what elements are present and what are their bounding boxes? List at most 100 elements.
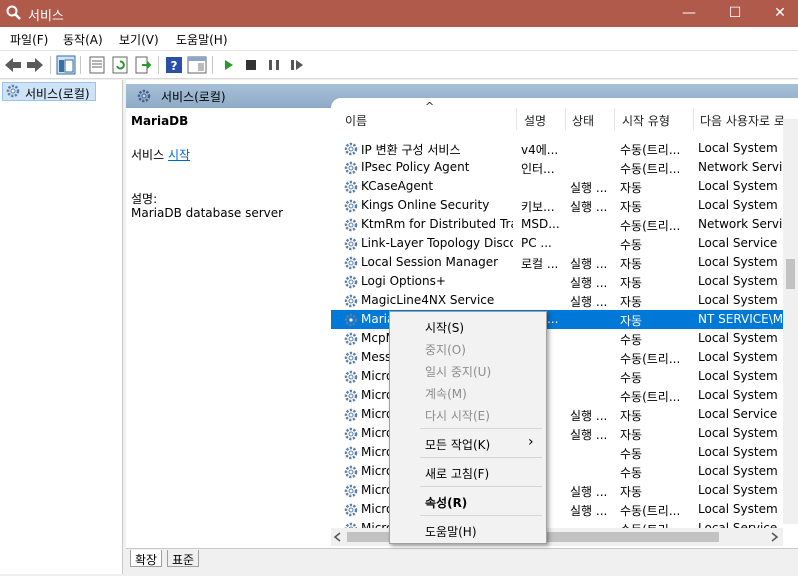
start-service-link[interactable]: 시작 — [168, 148, 190, 162]
help-icon[interactable]: ? — [164, 55, 184, 75]
service-gear-icon — [343, 369, 359, 385]
services-app-icon — [6, 5, 21, 20]
submenu-chevron-icon: › — [528, 434, 534, 450]
service-description-cell: 인터... — [521, 162, 555, 176]
service-gear-icon — [343, 331, 359, 347]
vertical-scrollbar[interactable] — [783, 119, 798, 524]
stop-icon[interactable] — [241, 55, 261, 75]
close-button[interactable]: ✕ — [757, 0, 798, 27]
service-logon-cell: Network Service — [698, 160, 786, 174]
pause-icon[interactable] — [264, 55, 284, 75]
service-row[interactable]: Logi Options+ 실행 ... 자동 Local System — [331, 272, 788, 291]
service-logon-cell: Local System — [698, 369, 778, 383]
service-name-cell: Logi Options+ — [361, 274, 446, 288]
service-startup-type-cell: 수동 — [620, 333, 643, 347]
service-gear-icon — [343, 274, 359, 290]
service-gear-icon — [343, 502, 359, 518]
toolbar-separator — [50, 56, 51, 74]
menu-item-all-tasks[interactable]: 모든 작업(K) — [425, 436, 490, 453]
menu-view[interactable]: 보기(V) — [119, 31, 159, 48]
service-logon-cell: Local System — [698, 445, 778, 459]
menu-separator — [420, 457, 542, 458]
service-startup-type-cell: 자동 — [620, 428, 643, 442]
menu-item-help[interactable]: 도움말(H) — [425, 523, 477, 540]
column-header-status[interactable]: 상태 — [572, 112, 594, 129]
column-header-name[interactable]: 이름 — [345, 112, 367, 129]
service-status-cell: 실행 ... — [570, 428, 608, 442]
service-status-cell: 실행 ... — [570, 504, 608, 518]
tab-extended[interactable]: 확장 — [130, 550, 163, 567]
column-divider[interactable] — [565, 108, 566, 130]
menu-help[interactable]: 도움말(H) — [176, 31, 228, 48]
service-status-cell: 실행 ... — [570, 485, 608, 499]
service-row[interactable]: KCaseAgent 실행 ... 자동 Local System — [331, 177, 788, 196]
service-name-cell: Kings Online Security — [361, 198, 490, 212]
menu-file[interactable]: 파일(F) — [10, 31, 48, 48]
service-logon-cell: Local Service — [698, 407, 778, 421]
column-divider[interactable] — [614, 108, 615, 130]
service-gear-icon — [343, 464, 359, 480]
tree-item-services-local[interactable]: 서비스(로컬) — [2, 82, 96, 101]
export-list-icon[interactable] — [133, 55, 153, 75]
column-header-description[interactable]: 설명 — [524, 112, 546, 129]
list-view-icon[interactable] — [87, 55, 107, 75]
service-gear-icon — [343, 141, 359, 157]
service-row[interactable]: Link-Layer Topology Disco... PC ... 수동 Loca… — [331, 234, 788, 253]
tab-standard[interactable]: 표준 — [167, 550, 200, 567]
service-startup-type-cell: 수동(트리... — [620, 352, 681, 366]
refresh-icon[interactable] — [110, 55, 130, 75]
service-gear-icon — [343, 445, 359, 461]
service-row[interactable]: Kings Online Security 키보... 실행 ... 자동 Local … — [331, 196, 788, 215]
forward-arrow-icon[interactable] — [25, 55, 45, 75]
column-divider[interactable] — [693, 108, 694, 130]
minimize-button[interactable]: — — [666, 0, 712, 27]
sort-ascending-icon: ^ — [425, 100, 435, 113]
context-menu: 시작(S) 중지(O) 일시 중지(U) 계속(M) 다시 시작(E) 모든 작… — [389, 311, 547, 544]
menu-action[interactable]: 동작(A) — [63, 31, 103, 48]
maximize-button[interactable]: ☐ — [712, 0, 758, 27]
service-logon-cell: Local System — [698, 293, 778, 307]
service-logon-cell: Local System — [698, 141, 778, 155]
service-startup-type-cell: 수동(트리... — [620, 162, 681, 176]
column-divider[interactable] — [516, 108, 517, 130]
service-description-cell: 로컬 ... — [521, 257, 559, 271]
menu-item-properties[interactable]: 속성(R) — [425, 494, 467, 511]
service-row[interactable]: IPsec Policy Agent 인터... 수동(트리... Network S… — [331, 158, 788, 177]
service-description-cell: PC ... — [521, 236, 552, 250]
service-gear-icon — [343, 426, 359, 442]
service-startup-type-cell: 자동 — [620, 485, 643, 499]
service-row[interactable]: KtmRm for Distributed Tra... MSD... 수동(트리.… — [331, 215, 788, 234]
view-tabs: 확장 표준 — [126, 548, 798, 568]
service-logon-cell: Local System — [698, 274, 778, 288]
menu-separator — [420, 515, 542, 516]
console-tree-icon[interactable] — [56, 55, 76, 75]
restart-icon[interactable] — [287, 55, 307, 75]
service-logon-cell: Local System — [698, 388, 778, 402]
menu-bar: 파일(F) 동작(A) 보기(V) 도움말(H) — [0, 27, 798, 51]
service-startup-type-cell: 자동 — [620, 409, 643, 423]
service-status-cell: 실행 ... — [570, 276, 608, 290]
service-name-cell: IP 변환 구성 서비스 — [361, 143, 461, 157]
vertical-scroll-thumb[interactable] — [786, 259, 795, 289]
properties-pane-icon[interactable] — [187, 55, 207, 75]
service-row[interactable]: MagicLine4NX Service 실행 ... 자동 Local System — [331, 291, 788, 310]
scroll-left-arrow-icon[interactable] — [333, 532, 343, 542]
service-row[interactable]: Local Session Manager 로컬 ... 실행 ... 자동 Local… — [331, 253, 788, 272]
column-header-logon[interactable]: 다음 사용자로 로 — [700, 112, 790, 129]
console-tree: 서비스(로컬) — [0, 80, 123, 574]
scroll-right-arrow-icon[interactable] — [769, 532, 779, 542]
play-icon[interactable] — [218, 55, 238, 75]
service-description-cell: v4에... — [521, 143, 559, 157]
menu-separator — [420, 428, 542, 429]
service-startup-type-cell: 수동 — [620, 371, 643, 385]
service-row[interactable]: IP 변환 구성 서비스 v4에... 수동(트리... Local System — [331, 139, 788, 158]
menu-item-start[interactable]: 시작(S) — [425, 319, 464, 336]
service-logon-cell: Local Service — [698, 236, 778, 250]
back-arrow-icon[interactable] — [3, 55, 23, 75]
toolbar-separator — [80, 56, 81, 74]
column-header-startup-type[interactable]: 시작 유형 — [622, 112, 670, 129]
service-name-cell: Local Session Manager — [361, 255, 499, 269]
service-startup-type-cell: 수동 — [620, 447, 643, 461]
service-logon-cell: Local System — [698, 464, 778, 478]
menu-item-refresh[interactable]: 새로 고침(F) — [425, 465, 489, 482]
